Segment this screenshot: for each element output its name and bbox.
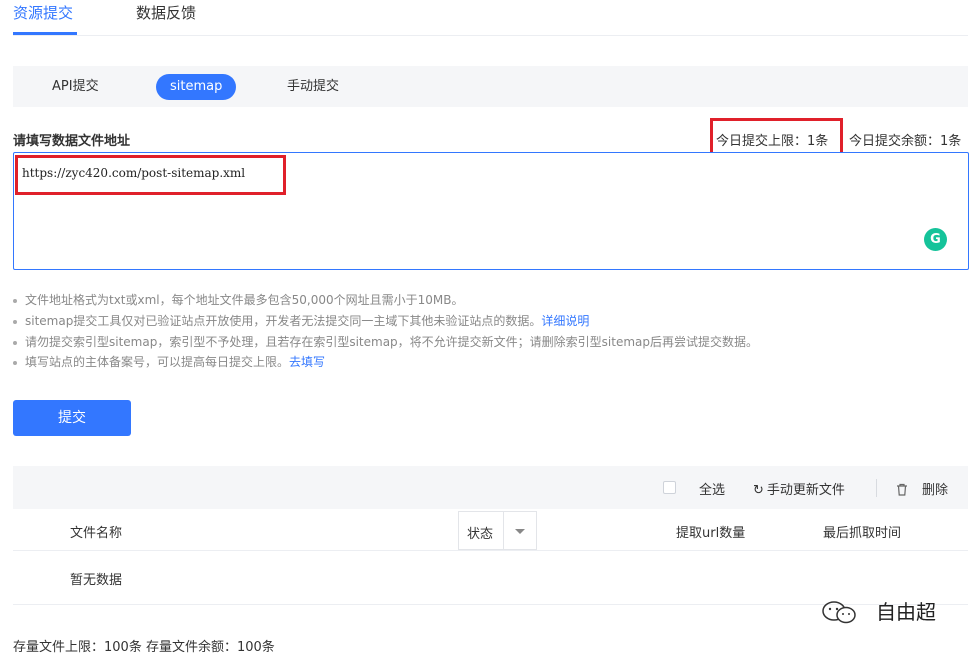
tip-item: 请勿提交索引型sitemap，索引型不予处理，且若存在索引型sitemap，将不… [13,333,758,350]
limit-highlight-box [710,118,843,155]
toolbar-divider [876,479,877,497]
fill-in-link[interactable]: 去填写 [289,355,325,369]
url-highlight-box [15,155,286,195]
top-tab-bar: 资源提交 数据反馈 [13,0,968,36]
submit-method-tabs: API提交 sitemap 手动提交 [13,66,968,107]
url-field-label: 请填写数据文件地址 [13,134,131,149]
col-filename: 文件名称 [70,526,123,541]
refresh-files-button[interactable]: ↻ 手动更新文件 [753,479,845,498]
wechat-icon [822,601,856,624]
submit-button[interactable]: 提交 [13,400,131,436]
tab-data-feedback[interactable]: 数据反馈 [136,2,196,23]
trash-icon [897,483,907,496]
empty-state-text: 暂无数据 [70,573,123,588]
grammarly-icon[interactable]: G [924,228,947,251]
col-url-count: 提取url数量 [676,526,746,541]
watermark-text: 自由超 [876,600,936,624]
file-toolbar: 全选 ↻ 手动更新文件 删除 [13,466,968,509]
col-last-crawl: 最后抓取时间 [823,526,902,541]
status-select-label: 状态 [467,527,494,542]
tab-resource-submit[interactable]: 资源提交 [13,2,73,23]
daily-remaining-text: 今日提交余额：1条 [849,134,962,149]
select-all-checkbox[interactable] [663,481,676,494]
storage-quota-text: 存量文件上限：100条 存量文件余额：100条 [13,640,275,653]
select-all-label[interactable]: 全选 [699,479,725,498]
status-filter-select[interactable]: 状态 [458,511,537,550]
active-tab-indicator [13,32,77,35]
tab-api-submit[interactable]: API提交 [38,74,113,100]
details-link[interactable]: 详细说明 [541,314,589,328]
chevron-down-icon [515,529,525,534]
delete-button[interactable]: 删除 [896,479,948,498]
refresh-icon: ↻ [753,483,764,498]
tip-item: sitemap提交工具仅对已验证站点开放使用，开发者无法提交同一主域下其他未验证… [13,312,589,329]
tip-item: 文件地址格式为txt或xml，每个地址文件最多包含50,000个网址且需小于10… [13,291,463,308]
file-table-header: 文件名称 状态 提取url数量 最后抓取时间 [13,509,968,551]
tab-sitemap[interactable]: sitemap [156,74,237,100]
table-row: 暂无数据 [13,551,968,605]
tip-item: 填写站点的主体备案号，可以提高每日提交上限。去填写 [13,353,325,370]
tab-manual-submit[interactable]: 手动提交 [273,74,353,100]
